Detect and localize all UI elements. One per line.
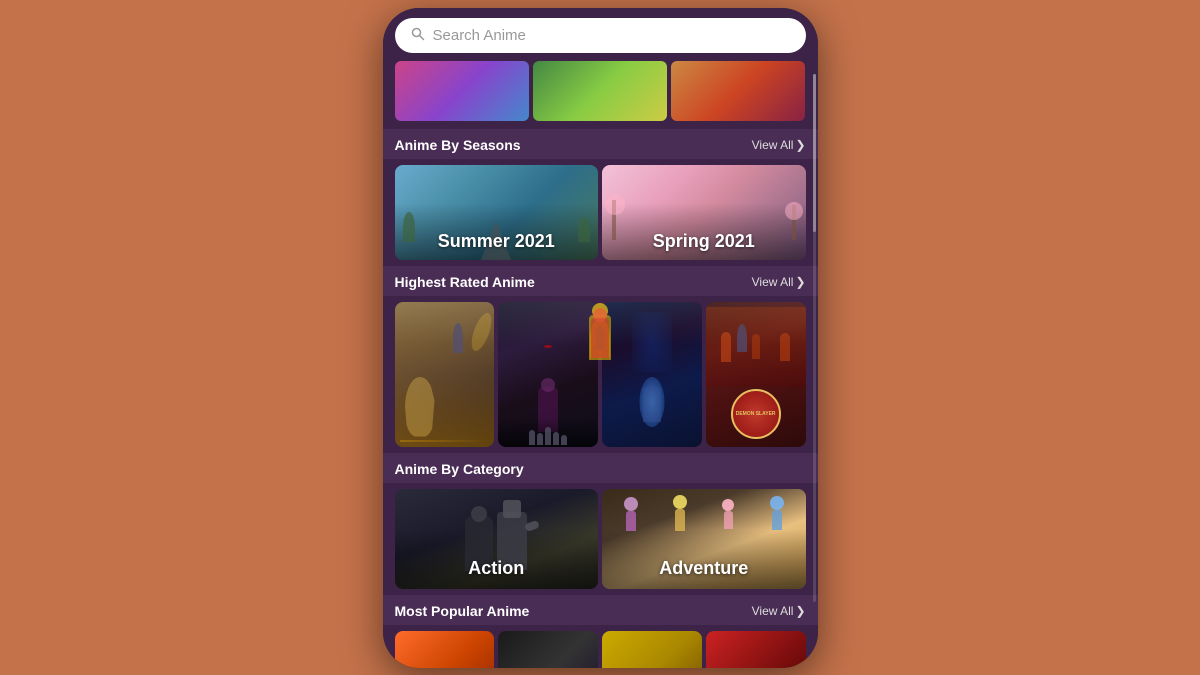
action-label: Action xyxy=(468,558,524,579)
scroll-track xyxy=(813,74,816,602)
phone-screen[interactable]: Search Anime Anime By Seasons View All ❯ xyxy=(383,8,818,668)
summer-label: Summer 2021 xyxy=(438,231,555,252)
scroll-thumb xyxy=(813,74,816,232)
search-icon xyxy=(411,27,425,44)
search-bar[interactable]: Search Anime xyxy=(395,18,806,53)
popular-card-4[interactable] xyxy=(706,631,806,668)
search-placeholder: Search Anime xyxy=(433,27,790,44)
spring-label: Spring 2021 xyxy=(653,231,755,252)
phone-frame: Search Anime Anime By Seasons View All ❯ xyxy=(383,8,818,668)
popular-cards-container xyxy=(383,625,818,668)
adventure-label: Adventure xyxy=(659,558,748,579)
